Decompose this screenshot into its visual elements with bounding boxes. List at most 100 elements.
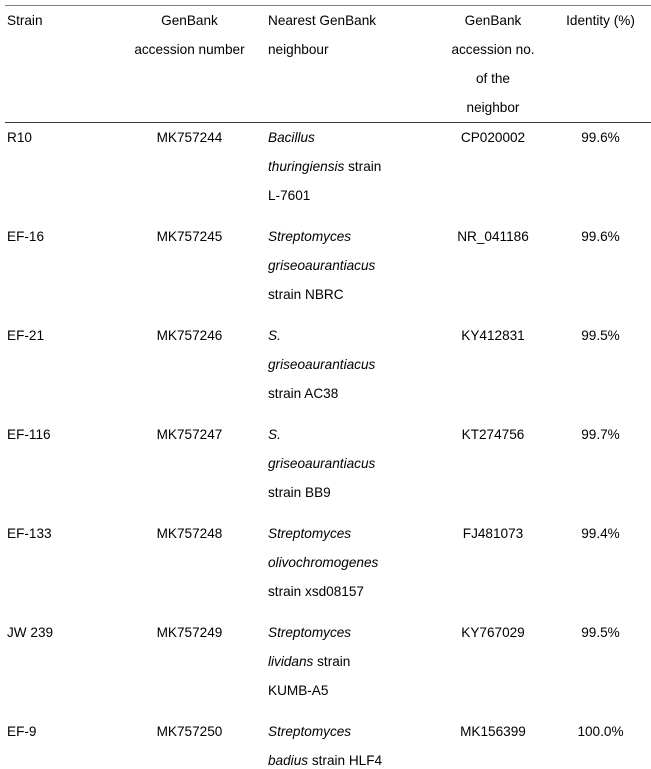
cell-accession-value: MK757245: [156, 229, 223, 244]
row-spacer-cell: [5, 408, 117, 420]
column-header-neighbour: Nearest GenBank neighbour: [262, 6, 438, 123]
row-spacer-cell: [548, 606, 651, 618]
row-spacer-cell: [262, 309, 438, 321]
column-header-line: Identity (%): [566, 13, 635, 28]
row-spacer-cell: [5, 705, 117, 717]
row-spacer-cell: [438, 210, 548, 222]
neighbour-strain-suffix: strain HLF4: [308, 753, 383, 768]
cell-strain: EF-16: [5, 222, 117, 309]
column-header-line: neighbour: [268, 42, 329, 57]
table-sheet: Strain GenBank accession number Nearest G…: [0, 0, 651, 769]
neighbour-line: KUMB-A5: [268, 683, 329, 698]
cell-accession-value: MK757246: [156, 328, 223, 343]
neighbour-taxon: Streptomyces: [268, 229, 352, 244]
cell-neighbour-accession-value: KT274756: [461, 427, 525, 442]
cell-identity-value: 99.7%: [581, 427, 620, 442]
neighbour-taxon: Streptomyces: [268, 724, 352, 739]
cell-accession-value: MK757250: [156, 724, 223, 739]
neighbour-taxon: olivochromogenes: [268, 555, 379, 570]
cell-neighbour: Streptomyces olivochromogenes strain xsd08…: [262, 519, 438, 606]
neighbour-line: griseoaurantiacus: [268, 251, 438, 280]
table-row: EF-133 MK757248 Streptomyces olivochromogen…: [5, 519, 651, 606]
cell-accession: MK757245: [117, 222, 262, 309]
neighbour-line: griseoaurantiacus: [268, 350, 438, 379]
table-row: EF-16 MK757245 Streptomyces griseoaurantiac…: [5, 222, 651, 309]
neighbour-line: lividans strain: [268, 647, 438, 676]
strain-identification-table: Strain GenBank accession number Nearest G…: [5, 5, 651, 769]
row-spacer-cell: [262, 705, 438, 717]
row-spacer: [5, 705, 651, 717]
column-header-line: accession no.: [451, 42, 535, 57]
cell-neighbour-accession: NR_041186: [438, 222, 548, 309]
row-spacer: [5, 507, 651, 519]
neighbour-taxon: S.: [268, 427, 281, 442]
cell-strain: EF-133: [5, 519, 117, 606]
row-spacer-cell: [117, 309, 262, 321]
cell-identity: 99.6%: [548, 123, 651, 211]
row-spacer-cell: [262, 606, 438, 618]
neighbour-line: Streptomyces: [268, 618, 438, 647]
cell-strain-value: R10: [7, 130, 32, 145]
cell-neighbour-accession-value: NR_041186: [457, 229, 529, 244]
row-spacer-cell: [5, 507, 117, 519]
neighbour-strain-suffix: strain: [313, 654, 351, 669]
cell-strain-value: EF-133: [7, 526, 52, 541]
cell-neighbour-accession: CP020002: [438, 123, 548, 211]
row-spacer-cell: [548, 309, 651, 321]
table-body: R10 MK757244 Bacillus thuringiensis strain L…: [5, 123, 651, 769]
neighbour-taxon: griseoaurantiacus: [268, 258, 376, 273]
cell-accession: MK757250: [117, 717, 262, 769]
cell-neighbour: Streptomyces griseoaurantiacus strain NBRC: [262, 222, 438, 309]
neighbour-taxon: thuringiensis: [268, 159, 345, 174]
neighbour-line: S.: [268, 420, 438, 449]
cell-strain: JW 239: [5, 618, 117, 705]
neighbour-line: Streptomyces: [268, 519, 438, 548]
row-spacer: [5, 210, 651, 222]
row-spacer-cell: [117, 705, 262, 717]
neighbour-taxon: Bacillus: [268, 130, 315, 145]
neighbour-taxon: Streptomyces: [268, 625, 352, 640]
neighbour-taxon: S.: [268, 328, 281, 343]
cell-neighbour-accession: KY767029: [438, 618, 548, 705]
cell-neighbour: S. griseoaurantiacus strain AC38: [262, 321, 438, 408]
cell-identity-value: 99.6%: [581, 229, 620, 244]
cell-strain-value: JW 239: [7, 625, 54, 640]
row-spacer: [5, 606, 651, 618]
row-spacer-cell: [262, 210, 438, 222]
cell-identity-value: 99.5%: [581, 328, 620, 343]
neighbour-taxon: Streptomyces: [268, 526, 352, 541]
neighbour-line: Bacillus: [268, 123, 438, 152]
neighbour-taxon: griseoaurantiacus: [268, 357, 376, 372]
cell-identity-value: 99.5%: [581, 625, 620, 640]
row-spacer-cell: [548, 507, 651, 519]
header-row: Strain GenBank accession number Nearest G…: [5, 5, 651, 123]
row-spacer-cell: [5, 309, 117, 321]
table-row: R10 MK757244 Bacillus thuringiensis strain L…: [5, 123, 651, 211]
cell-accession: MK757244: [117, 123, 262, 211]
cell-neighbour-accession: KT274756: [438, 420, 548, 507]
neighbour-line: strain NBRC: [268, 287, 344, 302]
column-header-line: Strain: [7, 13, 43, 28]
row-spacer-cell: [117, 606, 262, 618]
row-spacer-cell: [548, 705, 651, 717]
row-spacer-cell: [438, 606, 548, 618]
cell-identity: 99.5%: [548, 321, 651, 408]
row-spacer-cell: [262, 408, 438, 420]
cell-neighbour-accession-value: KY767029: [461, 625, 525, 640]
row-spacer-cell: [548, 408, 651, 420]
row-spacer-cell: [5, 210, 117, 222]
neighbour-line: strain BB9: [268, 485, 331, 500]
cell-identity: 99.7%: [548, 420, 651, 507]
cell-strain: EF-116: [5, 420, 117, 507]
table-row: JW 239 MK757249 Streptomyces lividans strai…: [5, 618, 651, 705]
neighbour-strain-suffix: strain: [344, 159, 382, 174]
row-spacer-cell: [438, 309, 548, 321]
table-row: EF-21 MK757246 S. griseoaurantiacus strain A…: [5, 321, 651, 408]
cell-accession: MK757246: [117, 321, 262, 408]
cell-neighbour-accession: MK156399: [438, 717, 548, 769]
neighbour-taxon: badius: [268, 753, 309, 768]
table-row: EF-116 MK757247 S. griseoaurantiacus strain …: [5, 420, 651, 507]
neighbour-line: olivochromogenes: [268, 548, 438, 577]
cell-neighbour-accession-value: FJ481073: [462, 526, 524, 541]
column-header-neighbour-accession: GenBank accession no. of the neighbor: [438, 6, 548, 123]
